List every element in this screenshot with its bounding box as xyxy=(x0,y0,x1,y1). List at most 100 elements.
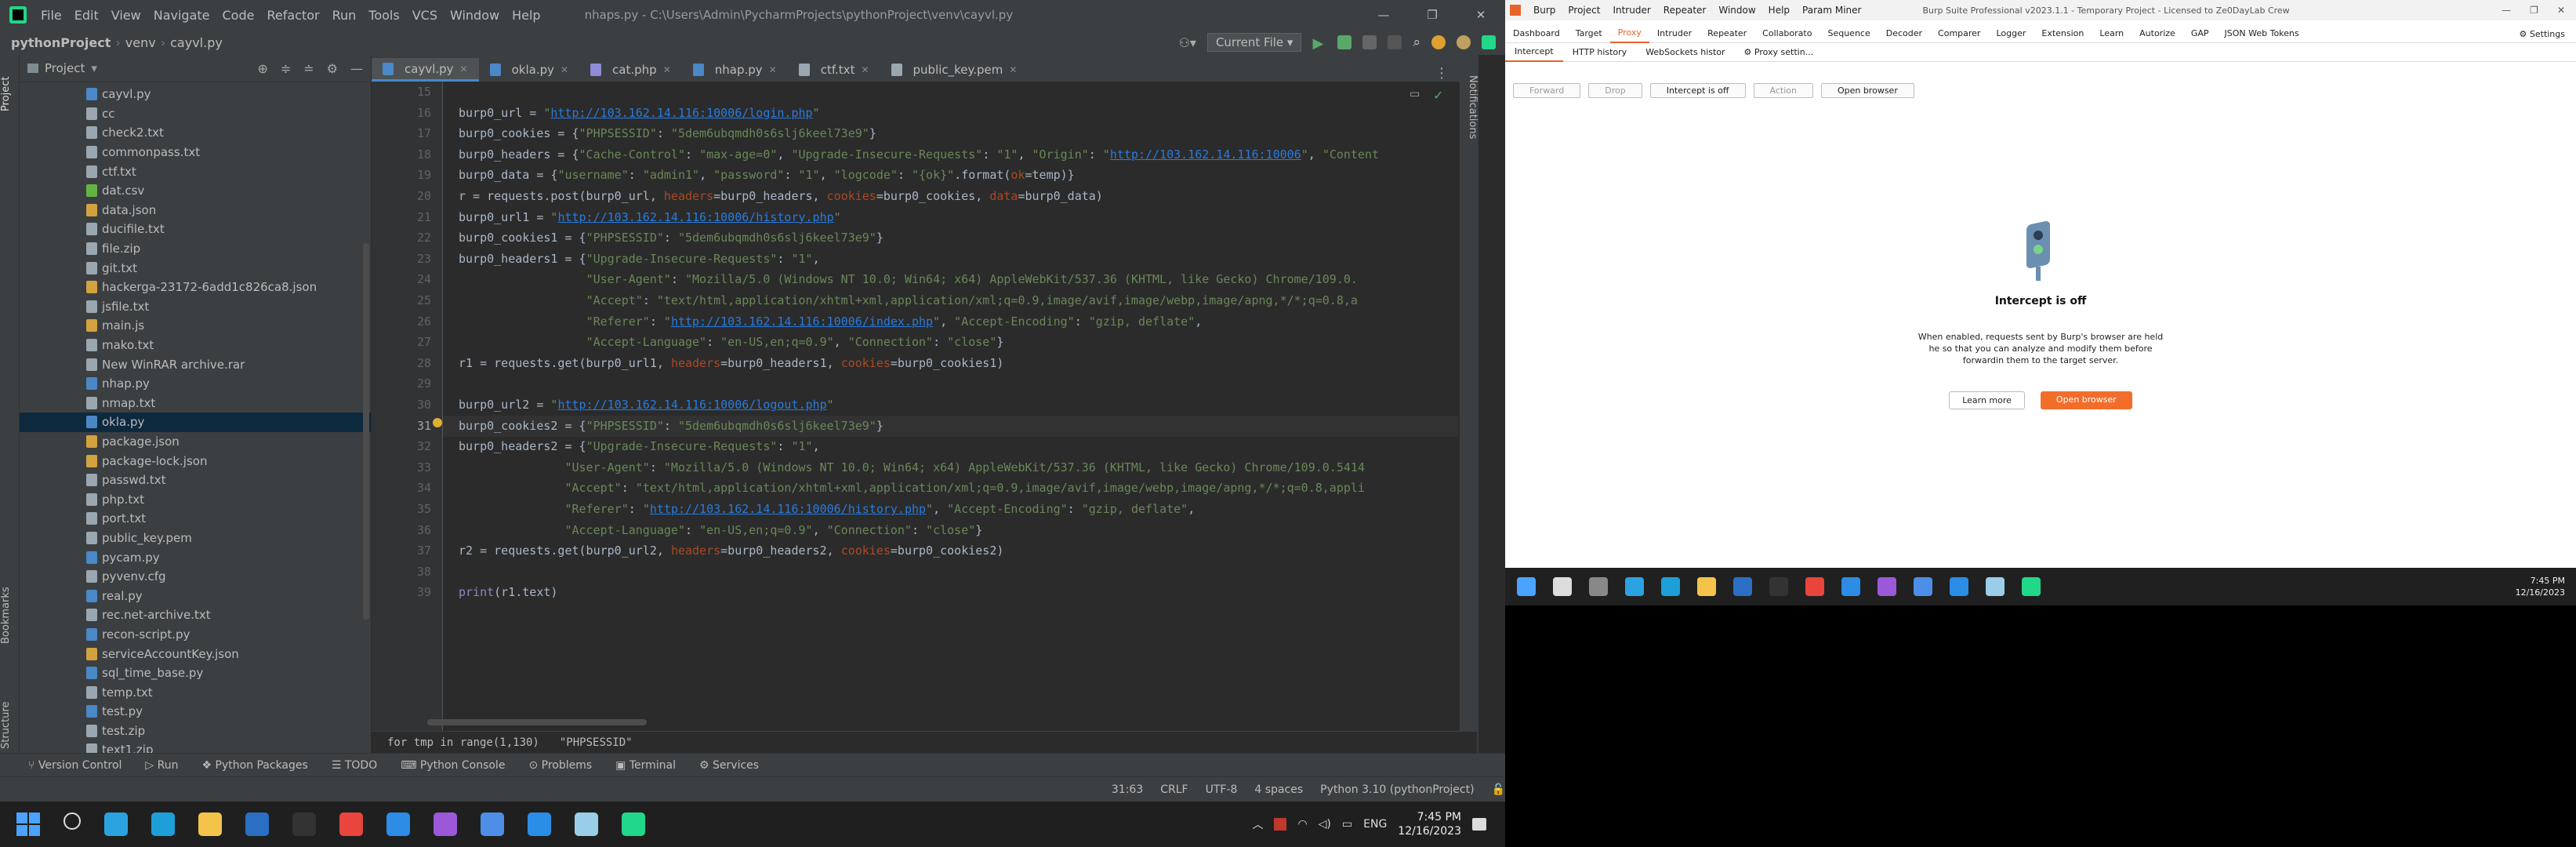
burp-tab-logger[interactable]: Logger xyxy=(1988,25,2034,42)
tool-python-packages[interactable]: ❖ Python Packages xyxy=(201,759,307,772)
line-number[interactable]: 22 xyxy=(384,231,431,245)
lock-icon[interactable]: 🔓 xyxy=(1492,783,1505,796)
update-icon[interactable] xyxy=(1431,35,1446,49)
burp-settings-button[interactable]: ⚙ Settings xyxy=(2520,29,2576,39)
line-number[interactable]: 38 xyxy=(384,565,431,579)
burp-tab-dashboard[interactable]: Dashboard xyxy=(1505,25,1568,42)
open-browser-button[interactable]: Open browser xyxy=(2040,391,2132,409)
file-tree-item[interactable]: temp.txt xyxy=(20,682,371,702)
expand-all-icon[interactable]: ≑ xyxy=(281,61,291,76)
tab-ctf[interactable]: ctf.txt ✕ xyxy=(788,58,880,82)
subtab-http-history[interactable]: HTTP history xyxy=(1563,44,1636,61)
maximize-button[interactable]: ❐ xyxy=(1408,8,1457,22)
tab-public-key[interactable]: public_key.pem ✕ xyxy=(880,58,1029,82)
bulb-icon[interactable] xyxy=(433,418,442,427)
menu-help[interactable]: Help xyxy=(506,8,546,23)
code-line[interactable]: "Accept-Language": "en-US,en;q=0.9", "Co… xyxy=(443,520,1458,541)
line-number[interactable]: 35 xyxy=(384,502,431,516)
chevron-down-icon[interactable]: ▾ xyxy=(91,61,97,75)
taskbar-app-icon[interactable] xyxy=(1805,577,1824,596)
file-tree-item[interactable]: serviceAccountKey.json xyxy=(20,644,371,663)
code-line[interactable] xyxy=(443,562,1458,583)
tool-todo[interactable]: ☰ TODO xyxy=(332,759,377,772)
tab-cayvl[interactable]: cayvl.py ✕ xyxy=(372,58,479,82)
project-panel-title[interactable]: Project xyxy=(45,61,85,75)
file-tree-item[interactable]: real.py xyxy=(20,586,371,605)
file-tree-item[interactable]: nhap.py xyxy=(20,374,371,394)
code-line[interactable]: burp0_cookies1 = {"PHPSESSID": "5dem6ubq… xyxy=(443,227,1458,249)
file-tree-item[interactable]: test.py xyxy=(20,702,371,722)
menu-refactor[interactable]: Refactor xyxy=(260,8,325,23)
action-button[interactable]: Action xyxy=(1753,83,1813,98)
visual-studio-icon[interactable] xyxy=(434,812,457,836)
code-line[interactable] xyxy=(443,82,1458,103)
coverage-icon[interactable] xyxy=(1362,35,1377,49)
burp-menu-repeater[interactable]: Repeater xyxy=(1657,5,1713,16)
run-configuration-select[interactable]: Current File ▾ xyxy=(1206,33,1302,52)
file-tree-item[interactable]: ctf.txt xyxy=(20,162,371,181)
taskbar-app-icon[interactable] xyxy=(1914,577,1932,596)
wifi-icon[interactable]: ◠ xyxy=(1297,818,1307,831)
close-icon[interactable]: ✕ xyxy=(1009,64,1017,75)
search-icon[interactable] xyxy=(63,812,81,830)
subtab-intercept[interactable]: Intercept xyxy=(1505,43,1563,62)
file-tree-item[interactable]: jsfile.txt xyxy=(20,297,371,317)
line-number[interactable]: 20 xyxy=(384,189,431,203)
tool-run[interactable]: ▷ Run xyxy=(145,759,178,772)
user-icon[interactable]: ⚇▾ xyxy=(1179,35,1196,50)
status-encoding[interactable]: UTF-8 xyxy=(1206,783,1238,796)
forward-button[interactable]: Forward xyxy=(1513,83,1581,98)
line-number[interactable]: 31 xyxy=(384,419,431,433)
chevron-up-icon[interactable]: ︿ xyxy=(1252,816,1263,832)
run-icon[interactable]: ▶ xyxy=(1312,35,1326,52)
line-number[interactable]: 25 xyxy=(384,293,431,307)
line-number[interactable]: 28 xyxy=(384,356,431,370)
line-number[interactable]: 23 xyxy=(384,252,431,266)
file-tree-item[interactable]: php.txt xyxy=(20,489,371,509)
menu-run[interactable]: Run xyxy=(326,8,363,23)
line-number[interactable]: 37 xyxy=(384,543,431,558)
burp-menu-param-miner[interactable]: Param Miner xyxy=(1796,5,1867,16)
file-tree-item[interactable]: recon-script.py xyxy=(20,625,371,645)
burp-menu-window[interactable]: Window xyxy=(1712,5,1761,16)
tool-terminal[interactable]: ▣ Terminal xyxy=(615,759,676,772)
menu-navigate[interactable]: Navigate xyxy=(147,8,216,23)
code-line[interactable]: "User-Agent": "Mozilla/5.0 (Windows NT 1… xyxy=(443,457,1458,478)
code-line[interactable]: r1 = requests.get(burp0_url1, headers=bu… xyxy=(443,353,1458,374)
status-interpreter[interactable]: Python 3.10 (pythonProject) xyxy=(1320,783,1474,796)
line-number[interactable]: 34 xyxy=(384,481,431,495)
burp-tab-decoder[interactable]: Decoder xyxy=(1878,25,1930,42)
file-tree-item[interactable]: commonpass.txt xyxy=(20,143,371,162)
stop-icon[interactable] xyxy=(1388,35,1402,49)
code-line[interactable]: burp0_cookies2 = {"PHPSESSID": "5dem6ubq… xyxy=(443,415,1458,437)
burp-tab-target[interactable]: Target xyxy=(1568,25,1610,42)
file-tree-item[interactable]: package.json xyxy=(20,432,371,452)
burp-tab-autorize[interactable]: Autorize xyxy=(2132,25,2183,42)
taskbar-app-icon[interactable] xyxy=(1517,577,1536,596)
notepad-icon[interactable] xyxy=(575,812,598,836)
tab-okla[interactable]: okla.py ✕ xyxy=(479,58,579,82)
file-tree-item[interactable]: ducifile.txt xyxy=(20,220,371,239)
line-number[interactable]: 32 xyxy=(384,439,431,453)
explorer-icon[interactable] xyxy=(198,812,222,836)
burp-tab-sequence[interactable]: Sequence xyxy=(1820,25,1878,42)
taskbar-app-icon[interactable] xyxy=(2022,577,2041,596)
open-browser-toolbar-button[interactable]: Open browser xyxy=(1820,83,1914,98)
taskbar-app-icon[interactable] xyxy=(1697,577,1716,596)
tool-python-console[interactable]: ⌨ Python Console xyxy=(401,759,505,772)
code-line[interactable]: burp0_headers = {"Cache-Control": "max-a… xyxy=(443,144,1458,165)
burp-tab-gap[interactable]: GAP xyxy=(2183,25,2217,42)
gear-icon[interactable]: ⚙ xyxy=(327,61,338,76)
file-tree-item[interactable]: port.txt xyxy=(20,509,371,529)
chrome-alt-icon[interactable] xyxy=(481,812,504,836)
code-line[interactable]: burp0_url = "http://103.162.14.116:10006… xyxy=(443,103,1458,124)
settings-icon[interactable] xyxy=(1457,35,1471,49)
burp-tab-comparer[interactable]: Comparer xyxy=(1930,25,1988,42)
breadcrumb-venv[interactable]: venv xyxy=(121,35,161,50)
taskbar-app-icon[interactable] xyxy=(1661,577,1680,596)
file-tree-item[interactable]: New WinRAR archive.rar xyxy=(20,354,371,374)
subtab-websockets-history[interactable]: WebSockets histor xyxy=(1636,44,1734,61)
chrome-icon[interactable] xyxy=(339,812,363,836)
line-number[interactable]: 17 xyxy=(384,126,431,140)
notification-icon[interactable] xyxy=(1472,818,1486,831)
